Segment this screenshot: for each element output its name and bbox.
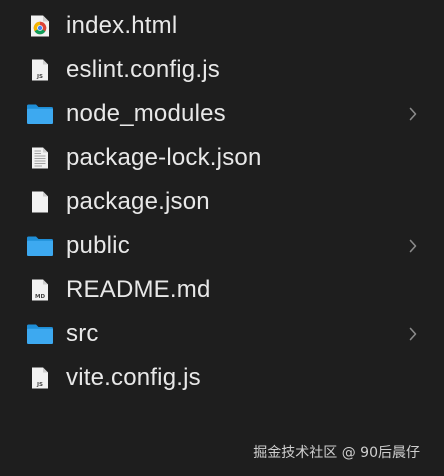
chevron-right-icon[interactable] (406, 104, 420, 124)
file-row-readme[interactable]: MD README.md (0, 268, 444, 312)
chrome-html-file-icon (26, 12, 54, 40)
folder-name: public (66, 232, 130, 259)
file-name: README.md (66, 276, 211, 303)
folder-name: node_modules (66, 100, 226, 127)
text-file-icon (26, 144, 54, 172)
blank-file-icon (26, 188, 54, 216)
file-row-eslint-config[interactable]: JS eslint.config.js (0, 48, 444, 92)
file-badge: JS (36, 74, 43, 80)
file-name: package.json (66, 188, 210, 215)
js-file-icon: JS (26, 364, 54, 392)
file-list: index.html JS eslint.config.js node_modu… (0, 4, 444, 400)
watermark: 掘金技术社区 @ 90后晨仔 (253, 445, 420, 461)
chevron-right-icon[interactable] (406, 236, 420, 256)
file-row-vite-config[interactable]: JS vite.config.js (0, 356, 444, 400)
file-row-index-html[interactable]: index.html (0, 4, 444, 48)
file-name: package-lock.json (66, 144, 262, 171)
folder-icon (26, 100, 54, 128)
chevron-right-icon[interactable] (406, 324, 420, 344)
folder-icon (26, 232, 54, 260)
folder-row-public[interactable]: public (0, 224, 444, 268)
md-file-icon: MD (26, 276, 54, 304)
file-name: eslint.config.js (66, 56, 220, 83)
file-badge: JS (36, 382, 43, 388)
file-row-package-lock[interactable]: package-lock.json (0, 136, 444, 180)
folder-name: src (66, 320, 99, 347)
file-name: index.html (66, 12, 178, 39)
folder-icon (26, 320, 54, 348)
file-badge: MD (35, 294, 45, 300)
folder-row-src[interactable]: src (0, 312, 444, 356)
folder-row-node-modules[interactable]: node_modules (0, 92, 444, 136)
js-file-icon: JS (26, 56, 54, 84)
file-row-package-json[interactable]: package.json (0, 180, 444, 224)
file-name: vite.config.js (66, 364, 201, 391)
